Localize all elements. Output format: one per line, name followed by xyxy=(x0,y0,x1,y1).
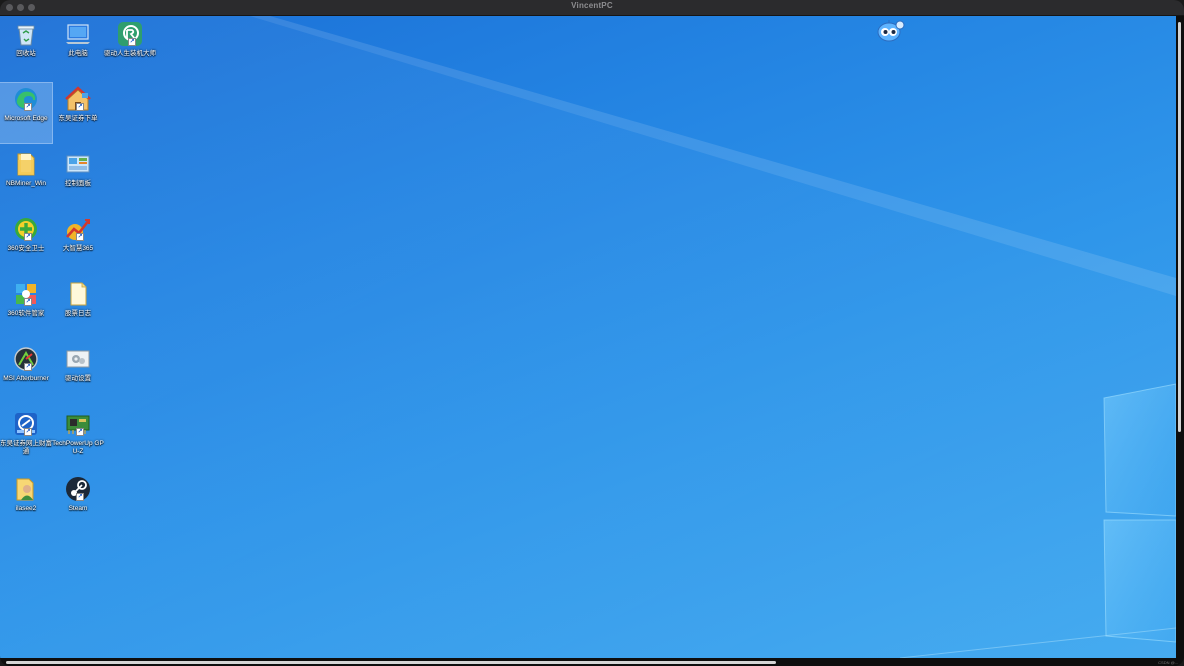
desktop-icon-label: 大智慧365 xyxy=(62,245,94,252)
vertical-scrollbar[interactable] xyxy=(1176,16,1184,658)
desktop-icon-label: 控制面板 xyxy=(65,180,91,187)
360-safe-icon: ↗ xyxy=(12,215,40,243)
desktop-icon-steam[interactable]: ↗ Steam xyxy=(52,473,104,533)
desktop-icon-stock-log[interactable]: 股票日志 xyxy=(52,278,104,338)
360-soft-icon: ↗ xyxy=(12,280,40,308)
shortcut-arrow-icon: ↗ xyxy=(24,363,32,371)
securities-app-icon: ↗ xyxy=(12,410,40,438)
desktop-icon-label: 东吴证券下单 xyxy=(58,115,98,122)
shortcut-arrow-icon: ↗ xyxy=(24,103,32,111)
desktop-icon-driver-genius[interactable]: ↗ 驱动人生装机大师 xyxy=(104,18,156,78)
desktop-icon-label: Microsoft Edge xyxy=(4,115,48,122)
document-icon xyxy=(64,280,92,308)
title-bar[interactable]: VincentPC xyxy=(0,0,1184,16)
desktop-icon-label: NBMiner_Win xyxy=(5,180,47,187)
edge-icon: ↗ xyxy=(12,85,40,113)
horizontal-scrollbar[interactable] xyxy=(0,658,1184,666)
desktop-icon-recycle-bin[interactable]: 回收站 xyxy=(0,18,52,78)
desktop-icon-label: 驱动人生装机大师 xyxy=(104,50,156,57)
user-folder-icon xyxy=(12,475,40,503)
vertical-scroll-thumb[interactable] xyxy=(1178,22,1181,432)
window-title: VincentPC xyxy=(571,1,613,10)
desktop-icon-label: 东吴证券网上财富通 xyxy=(0,440,52,455)
desktop-icon-label: 360软件管家 xyxy=(7,310,45,317)
settings-icon xyxy=(64,345,92,373)
horizontal-scroll-thumb[interactable] xyxy=(6,661,776,664)
shortcut-arrow-icon: ↗ xyxy=(76,428,84,436)
desktop-icon-360-safe[interactable]: ↗ 360安全卫士 xyxy=(0,213,52,273)
steam-icon: ↗ xyxy=(64,475,92,503)
stock-chart-icon: ↗ xyxy=(64,215,92,243)
recycle-bin-icon xyxy=(12,20,40,48)
computer-icon xyxy=(64,20,92,48)
desktop-icon-360-soft[interactable]: ↗ 360软件管家 xyxy=(0,278,52,338)
shortcut-arrow-icon: ↗ xyxy=(76,493,84,501)
shortcut-arrow-icon: ↗ xyxy=(24,298,32,306)
desktop-icon-label: MSI Afterburner xyxy=(3,375,49,382)
desktop-icon-nbminer[interactable]: NBMiner_Win xyxy=(0,148,52,208)
desktop-icon-ilasee2[interactable]: ilasee2 xyxy=(0,473,52,533)
robot-mascot-icon[interactable] xyxy=(876,18,906,44)
desktop-icon-label: 回收站 xyxy=(16,50,36,57)
watermark-text: CSDN @... xyxy=(1158,660,1178,665)
desktop-icon-msi-afterburner[interactable]: ↗ MSI Afterburner xyxy=(0,343,52,403)
shortcut-arrow-icon: ↗ xyxy=(128,38,136,46)
desktop-icon-this-pc[interactable]: 此电脑 xyxy=(52,18,104,78)
desktop-icon-dazhihui[interactable]: ↗ 大智慧365 xyxy=(52,213,104,273)
app-window: VincentPC 回收站 此电脑 ↗ 驱动人生装机大师 ↗ Microsoft Edge… xyxy=(0,0,1184,666)
desktop-icon-dongfang-securities[interactable]: ↗ 东吴证券下单 xyxy=(52,83,104,143)
control-panel-icon xyxy=(64,150,92,178)
desktop-icon-label: TechPowerUp GPU-Z xyxy=(52,440,104,455)
house-app-icon: ↗ xyxy=(64,85,92,113)
desktop-icon-control-panel[interactable]: 控制面板 xyxy=(52,148,104,208)
windows-desktop[interactable]: 回收站 此电脑 ↗ 驱动人生装机大师 ↗ Microsoft Edge ↗ 东吴证券下单 NBM… xyxy=(0,16,1176,658)
desktop-icon-microsoft-edge[interactable]: ↗ Microsoft Edge xyxy=(0,82,53,144)
gpu-card-icon: ↗ xyxy=(64,410,92,438)
desktop-icon-label: 驱动设置 xyxy=(65,375,91,382)
shortcut-arrow-icon: ↗ xyxy=(76,103,84,111)
desktop-icon-label: 此电脑 xyxy=(68,50,88,57)
afterburner-icon: ↗ xyxy=(12,345,40,373)
desktop-icon-label: 360安全卫士 xyxy=(7,245,45,252)
shortcut-arrow-icon: ↗ xyxy=(24,233,32,241)
driver-app-icon: ↗ xyxy=(116,20,144,48)
folder-icon xyxy=(12,150,40,178)
shortcut-arrow-icon: ↗ xyxy=(76,233,84,241)
desktop-icon-dongfang-wealth[interactable]: ↗ 东吴证券网上财富通 xyxy=(0,408,52,468)
desktop-icon-label: ilasee2 xyxy=(15,505,37,512)
desktop-icon-label: Steam xyxy=(68,505,88,512)
shortcut-arrow-icon: ↗ xyxy=(24,428,32,436)
desktop-icon-driver-settings[interactable]: 驱动设置 xyxy=(52,343,104,403)
wallpaper-light-beams xyxy=(0,16,1176,658)
desktop-icon-gpu-z[interactable]: ↗ TechPowerUp GPU-Z xyxy=(52,408,104,468)
desktop-icon-label: 股票日志 xyxy=(65,310,91,317)
